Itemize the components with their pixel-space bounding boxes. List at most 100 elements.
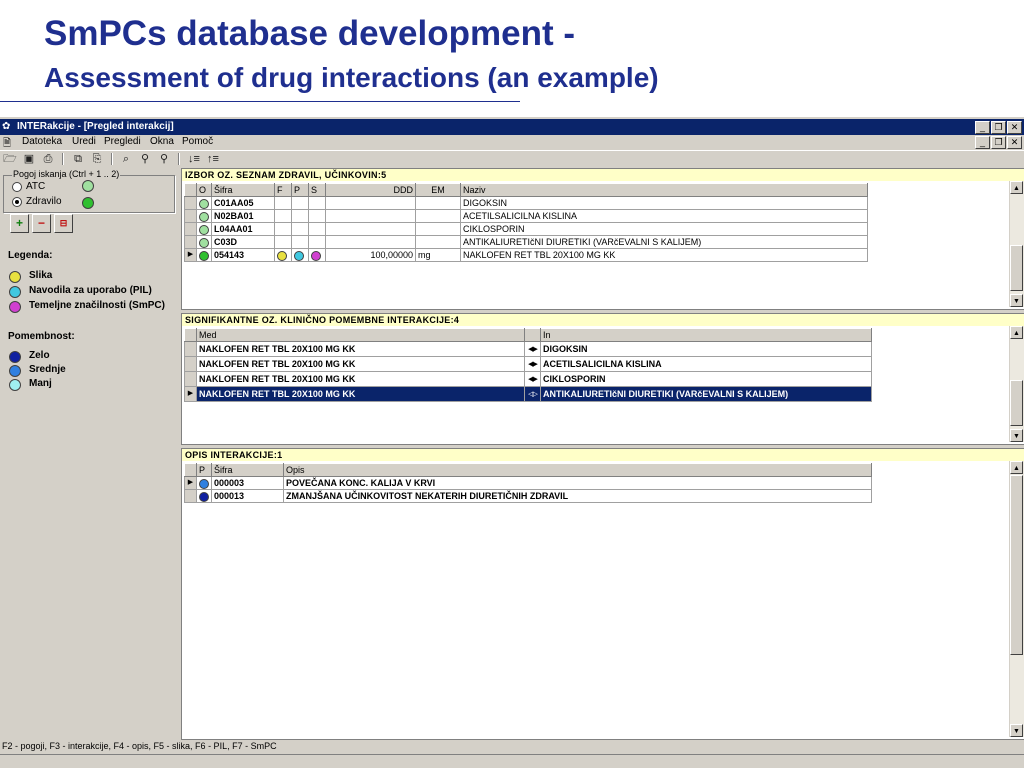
table-row[interactable]: N02BA01 ACETILSALICILNA KISLINA: [184, 209, 868, 223]
table-row[interactable]: C01AA05 DIGOKSIN: [184, 196, 868, 210]
menu-pregledi[interactable]: Pregledi: [104, 136, 141, 147]
interactions-scrollbar[interactable]: ▲ ▼: [1009, 326, 1024, 442]
slide-divider: [0, 101, 520, 102]
column-header[interactable]: Med: [196, 328, 525, 342]
row-indicator: [184, 235, 197, 249]
unit-cell: [415, 209, 461, 223]
clear-button[interactable]: ⊟: [54, 214, 73, 233]
unit-cell: [415, 222, 461, 236]
column-header[interactable]: DDD: [325, 183, 416, 197]
column-header[interactable]: Opis: [283, 463, 872, 477]
find-next-icon[interactable]: ⚲: [156, 152, 172, 166]
atc-origin-icon: [199, 211, 209, 222]
print-icon[interactable]: ⎙: [40, 152, 56, 166]
severity-high-icon: [199, 491, 209, 502]
table-row[interactable]: 000013 ZMANJŠANA UČINKOVITOST NEKATERIH …: [184, 489, 872, 503]
drug-list-scrollbar[interactable]: ▲ ▼: [1009, 181, 1024, 307]
scroll-down-icon[interactable]: ▼: [1010, 429, 1023, 442]
atc-origin-icon: [199, 224, 209, 235]
menu-uredi[interactable]: Uredi: [72, 136, 96, 147]
table-row[interactable]: NAKLOFEN RET TBL 20X100 MG KK ◀▶ CIKLOSP…: [184, 371, 872, 387]
picture-icon[interactable]: [277, 250, 287, 261]
indicator-header: [184, 328, 197, 342]
table-row[interactable]: C03D ANTIKALIURETIčNI DIURETIKI (VARčEVA…: [184, 235, 868, 249]
code-cell: 000013: [211, 489, 284, 503]
mdi-restore-icon[interactable]: ❐: [991, 136, 1006, 149]
severity-mid-icon: [199, 478, 209, 489]
scroll-up-icon[interactable]: ▲: [1010, 181, 1023, 194]
column-header[interactable]: Naziv: [460, 183, 868, 197]
column-header[interactable]: O: [196, 183, 212, 197]
in-cell: CIKLOSPORIN: [540, 371, 872, 387]
ddd-cell: [325, 196, 416, 210]
table-row[interactable]: ▶ 054143 100,00000 mg NAKLOFEN RET TBL 2…: [184, 248, 868, 262]
name-cell: NAKLOFEN RET TBL 20X100 MG KK: [460, 248, 868, 262]
scroll-down-icon[interactable]: ▼: [1010, 294, 1023, 307]
column-header[interactable]: In: [540, 328, 872, 342]
save-icon[interactable]: ▣: [21, 152, 37, 166]
table-row[interactable]: ▶ 000003 POVEČANA KONC. KALIJA V KRVI: [184, 476, 872, 490]
importance-manj: Manj: [29, 378, 52, 389]
unit-cell: mg: [415, 248, 461, 262]
in-cell: DIGOKSIN: [540, 341, 872, 357]
table-row[interactable]: NAKLOFEN RET TBL 20X100 MG KK ◀▶ DIGOKSI…: [184, 341, 872, 357]
window-titlebar[interactable]: ✿ INTERakcije - [Pregled interakcij] _ ❐ ✕: [0, 119, 1024, 135]
column-header[interactable]: F: [274, 183, 292, 197]
zdravilo-status-icon: [82, 197, 94, 209]
scroll-thumb[interactable]: [1010, 475, 1023, 655]
find-icon[interactable]: ⚲: [137, 152, 153, 166]
interactions-table: Med In NAKLOFEN RET TBL 20X100 MG KK ◀▶ …: [184, 328, 872, 402]
description-scrollbar[interactable]: ▲ ▼: [1009, 461, 1024, 737]
minimize-icon[interactable]: _: [975, 121, 990, 134]
column-header[interactable]: P: [196, 463, 212, 477]
sort-ascending-icon[interactable]: ↓≡: [186, 152, 202, 166]
legend-item-pil: Navodila za uporabo (PIL): [29, 285, 152, 296]
open-folder-icon[interactable]: 🗁: [2, 152, 18, 166]
column-header[interactable]: S: [308, 183, 326, 197]
paste-icon[interactable]: ⎘: [89, 152, 105, 166]
in-cell: ACETILSALICILNA KISLINA: [540, 356, 872, 372]
app-window: ✿ INTERakcije - [Pregled interakcij] _ ❐ ✕…: [0, 117, 1024, 768]
in-cell: ANTIKALIURETIčNI DIURETIKI (VARčEVALNI S…: [540, 386, 872, 402]
scroll-thumb[interactable]: [1010, 245, 1023, 291]
scroll-thumb[interactable]: [1010, 380, 1023, 426]
menu-okna[interactable]: Okna: [150, 136, 174, 147]
sort-descending-icon[interactable]: ↑≡: [205, 152, 221, 166]
scroll-down-icon[interactable]: ▼: [1010, 724, 1023, 737]
restore-icon[interactable]: ❐: [991, 121, 1006, 134]
column-header[interactable]: Šifra: [211, 463, 284, 477]
atc-radio[interactable]: [12, 182, 22, 192]
remove-button[interactable]: −: [32, 214, 51, 233]
row-indicator: [184, 371, 197, 387]
table-row[interactable]: NAKLOFEN RET TBL 20X100 MG KK ◀▶ ACETILS…: [184, 356, 872, 372]
interaction-arrows-icon: ◀▶: [524, 371, 541, 387]
scroll-up-icon[interactable]: ▲: [1010, 326, 1023, 339]
column-header[interactable]: EM: [415, 183, 461, 197]
left-panel: Pogoj iskanja (Ctrl + 1 .. 2) ATC Zdravi…: [0, 168, 180, 740]
toolbar: 🗁 ▣ ⎙ ⧉ ⎘ ⌕ ⚲ ⚲ ↓≡ ↑≡: [0, 150, 1024, 168]
smpc-icon[interactable]: [311, 250, 321, 261]
menu-datoteka[interactable]: Datoteka: [22, 136, 62, 147]
drug-origin-icon: [199, 250, 209, 261]
severity-cell: [196, 489, 212, 503]
preview-icon[interactable]: ⌕: [118, 152, 134, 166]
code-cell: N02BA01: [211, 209, 275, 223]
menubar: 🗎 Datoteka Uredi Pregledi Okna Pomoč _ ❐ ✕: [0, 135, 1024, 149]
row-indicator: [184, 209, 197, 223]
close-icon[interactable]: ✕: [1007, 121, 1022, 134]
table-row-selected[interactable]: ▶ NAKLOFEN RET TBL 20X100 MG KK ◁▷ ANTIK…: [184, 386, 872, 402]
origin-cell: [196, 235, 212, 249]
zdravilo-radio[interactable]: [12, 197, 22, 207]
table-row[interactable]: L04AA01 CIKLOSPORIN: [184, 222, 868, 236]
add-button[interactable]: +: [10, 214, 29, 233]
window-title: INTERakcije - [Pregled interakcij]: [17, 121, 174, 132]
mdi-close-icon[interactable]: ✕: [1007, 136, 1022, 149]
column-header[interactable]: Šifra: [211, 183, 275, 197]
scroll-up-icon[interactable]: ▲: [1010, 461, 1023, 474]
menu-pomoc[interactable]: Pomoč: [182, 136, 213, 147]
column-header[interactable]: P: [291, 183, 309, 197]
mdi-minimize-icon[interactable]: _: [975, 136, 990, 149]
pil-icon[interactable]: [294, 250, 304, 261]
copy-icon[interactable]: ⧉: [70, 152, 86, 166]
importance-zelo: Zelo: [29, 350, 50, 361]
